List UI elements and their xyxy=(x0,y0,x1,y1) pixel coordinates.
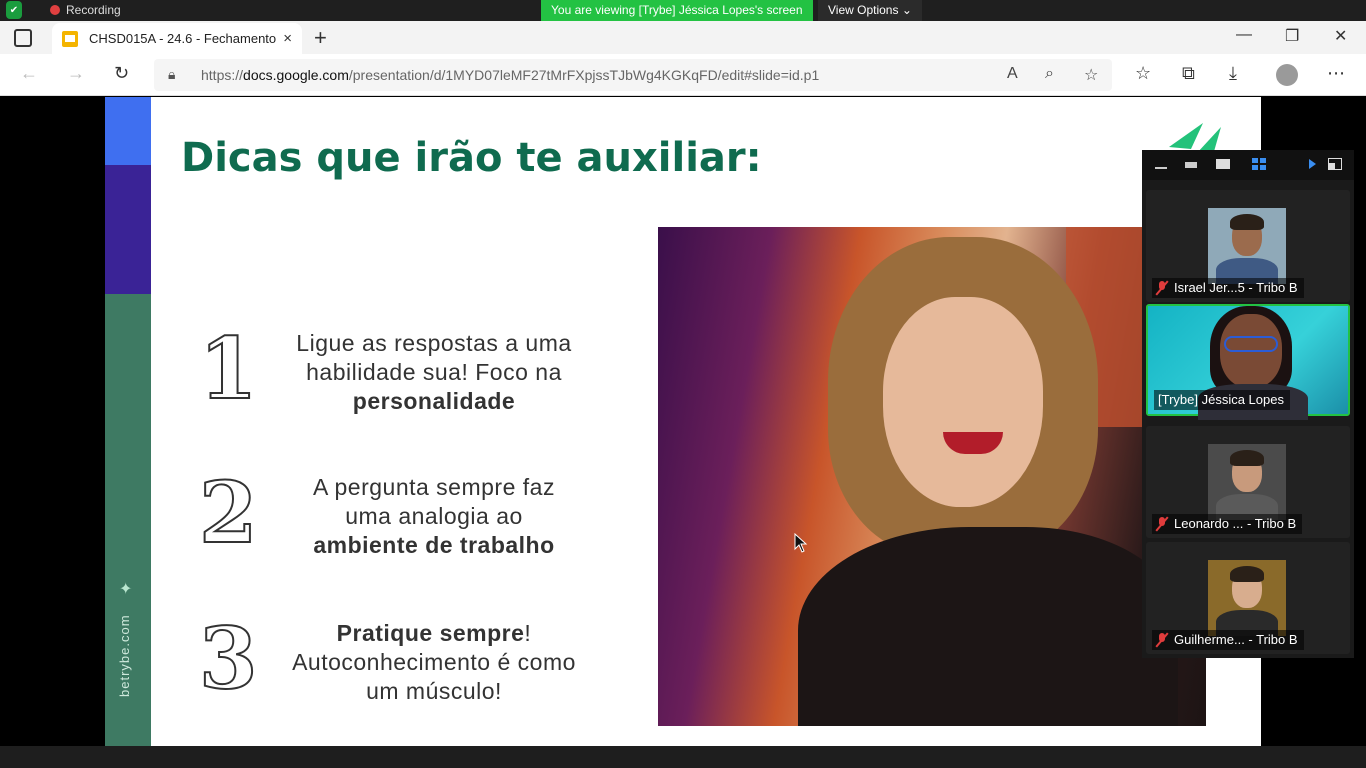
tip-3: 3 Pratique sempre! Autoconhecimento é co… xyxy=(198,609,659,709)
mic-muted-icon xyxy=(1156,633,1168,647)
tip-text-2: A pergunta sempre faz uma analogia ao am… xyxy=(313,474,555,558)
slide-photo xyxy=(658,227,1206,726)
new-tab-button[interactable]: + xyxy=(314,25,327,51)
window-minimize-button[interactable]: — xyxy=(1236,26,1252,44)
side-website-text: betrybe.com xyxy=(117,614,132,697)
mouse-cursor-icon xyxy=(794,533,808,553)
viewing-screen-banner: You are viewing [Trybe] Jéssica Lopes's … xyxy=(541,0,813,21)
participant-tile[interactable]: Guilherme... - Tribo B xyxy=(1146,542,1350,654)
speaker-view-icon[interactable] xyxy=(1216,158,1230,170)
browser-toolbar: ← → ↻ 🔒︎ https://docs.google.com/present… xyxy=(0,54,1366,96)
side-band-purple xyxy=(105,165,151,294)
participant-name-label: Leonardo ... - Tribo B xyxy=(1152,514,1303,534)
minimize-video-icon[interactable] xyxy=(1154,158,1168,170)
participant-name-label: Israel Jer...5 - Tribo B xyxy=(1152,278,1304,298)
screen: ✔ Recording You are viewing [Trybe] Jéss… xyxy=(0,0,1366,768)
photo-face xyxy=(883,297,1043,507)
tip-number-1: 1 xyxy=(198,319,258,418)
google-slides-favicon-icon xyxy=(62,30,78,47)
hide-video-icon[interactable] xyxy=(1184,158,1198,170)
panel-header xyxy=(1142,150,1354,180)
tab-title: CHSD015A - 24.6 - Fechamento | xyxy=(89,31,278,46)
slide-title: Dicas que irão te auxiliar: xyxy=(181,135,762,181)
tip-number-3: 3 xyxy=(198,609,258,708)
zoom-share-banner: ✔ Recording You are viewing [Trybe] Jéss… xyxy=(0,0,1366,21)
tip-2: 2 A pergunta sempre faz uma analogia ao … xyxy=(198,463,659,563)
zoom-participants-panel: Israel Jer...5 - Tribo B [Trybe] Jéssica… xyxy=(1142,150,1354,658)
browser-tab-strip: CHSD015A - 24.6 - Fechamento | × + — ❐ ✕ xyxy=(0,21,1366,54)
gallery-view-icon[interactable] xyxy=(1252,158,1266,170)
slide-canvas: ✦ betrybe.com Dicas que irão te auxiliar… xyxy=(105,97,1261,746)
participant-tile-active-speaker[interactable]: [Trybe] Jéssica Lopes xyxy=(1146,304,1350,420)
favorites-icon[interactable]: ☆ xyxy=(1135,63,1151,84)
participant-video xyxy=(1208,444,1286,520)
read-aloud-icon[interactable]: A xyxy=(1007,65,1018,83)
window-restore-button[interactable]: ❐ xyxy=(1285,26,1299,46)
downloads-icon[interactable]: ⤓ xyxy=(1229,63,1237,84)
participant-video xyxy=(1208,208,1286,284)
browser-tab-active[interactable]: CHSD015A - 24.6 - Fechamento | × xyxy=(52,23,302,54)
photo-body xyxy=(798,527,1178,726)
recording-label: Recording xyxy=(66,3,121,17)
shield-icon: ✔ xyxy=(6,1,22,19)
recording-dot-icon xyxy=(50,5,60,15)
url-text[interactable]: https://docs.google.com/presentation/d/1… xyxy=(201,67,819,83)
recording-indicator: ✔ Recording xyxy=(6,1,121,19)
participant-tile[interactable]: Israel Jer...5 - Tribo B xyxy=(1146,190,1350,302)
mic-muted-icon xyxy=(1156,281,1168,295)
profile-avatar[interactable] xyxy=(1276,64,1298,86)
trybe-logo-icon: ✦ xyxy=(119,581,133,598)
tab-close-icon[interactable]: × xyxy=(283,30,292,47)
tip-text-1: Ligue as respostas a uma habilidade sua!… xyxy=(296,330,572,414)
window-close-button[interactable]: ✕ xyxy=(1334,26,1347,46)
tip-text-3: Pratique sempre! Autoconhecimento é como… xyxy=(292,620,576,704)
more-menu-icon[interactable]: ⋯ xyxy=(1327,63,1345,84)
participant-video xyxy=(1208,560,1286,636)
favorite-add-icon[interactable]: ☆ xyxy=(1084,65,1098,85)
page-arrow-icon[interactable] xyxy=(1306,158,1320,170)
participant-tile[interactable]: Leonardo ... - Tribo B xyxy=(1146,426,1350,538)
side-by-side-icon[interactable] xyxy=(1328,158,1342,170)
view-options-button[interactable]: View Options ⌄ xyxy=(818,0,922,21)
forward-arrow-icon[interactable]: → xyxy=(67,63,85,84)
tab-actions-icon[interactable] xyxy=(14,29,32,47)
collections-icon[interactable]: ⧉ xyxy=(1182,63,1195,84)
lock-icon: 🔒︎ xyxy=(168,66,176,82)
tip-number-2: 2 xyxy=(198,463,258,562)
tip-1: 1 Ligue as respostas a uma habilidade su… xyxy=(198,319,659,419)
address-bar[interactable]: 🔒︎ https://docs.google.com/presentation/… xyxy=(154,59,1112,91)
glasses-icon xyxy=(1224,336,1278,352)
bottom-bar xyxy=(0,746,1366,768)
back-arrow-icon[interactable]: ← xyxy=(20,63,38,84)
side-band-blue xyxy=(105,97,151,165)
zoom-out-icon[interactable]: ⌕ xyxy=(1045,65,1054,83)
participant-name-label: [Trybe] Jéssica Lopes xyxy=(1154,390,1290,410)
participant-name-label: Guilherme... - Tribo B xyxy=(1152,630,1304,650)
mic-muted-icon xyxy=(1156,517,1168,531)
refresh-icon[interactable]: ↻ xyxy=(114,63,129,84)
